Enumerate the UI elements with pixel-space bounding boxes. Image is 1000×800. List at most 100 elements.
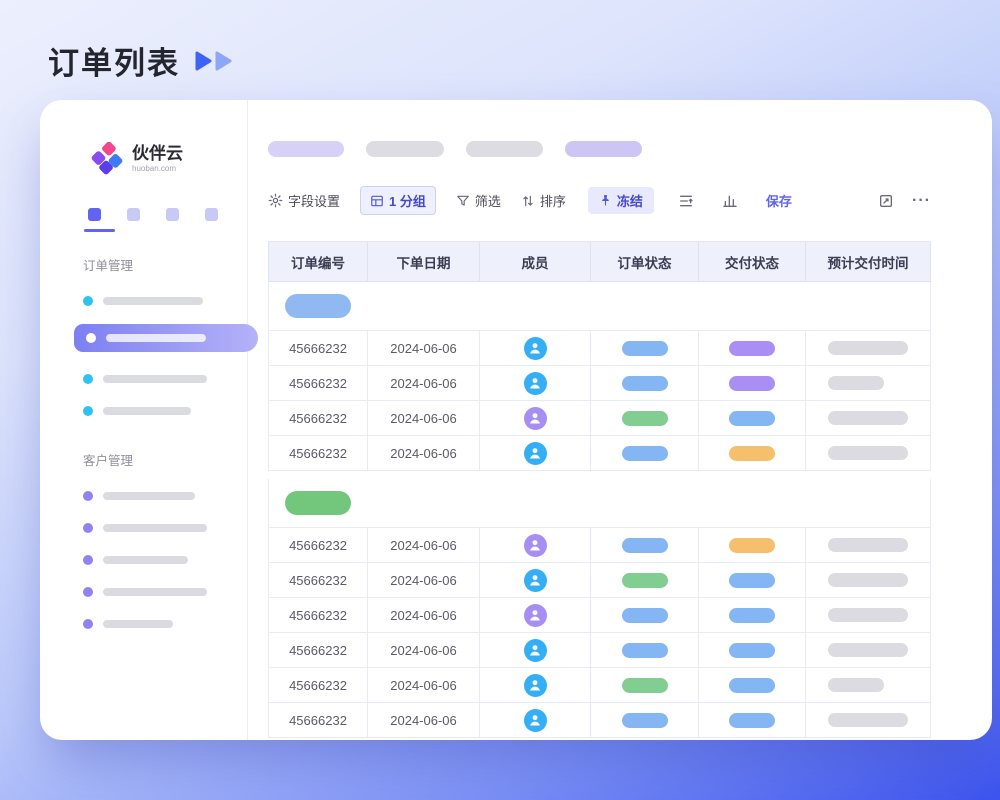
member-cell[interactable] bbox=[480, 598, 591, 633]
delivery-status-cell[interactable] bbox=[699, 563, 806, 598]
sort-button[interactable]: 排序 bbox=[521, 191, 566, 210]
freeze-button[interactable]: 冻结 bbox=[588, 187, 654, 214]
order-status-cell[interactable] bbox=[591, 436, 699, 471]
delivery-status-cell[interactable] bbox=[699, 598, 806, 633]
sidebar-item[interactable] bbox=[40, 406, 247, 416]
view-tab-3[interactable] bbox=[166, 208, 179, 221]
order-no-cell[interactable]: 45666232 bbox=[268, 401, 368, 436]
delivery-status-cell[interactable] bbox=[699, 668, 806, 703]
order-no-cell[interactable]: 45666232 bbox=[268, 436, 368, 471]
delivery-status-pill bbox=[729, 573, 775, 588]
member-cell[interactable] bbox=[480, 436, 591, 471]
eta-cell[interactable] bbox=[806, 366, 931, 401]
placeholder-bar bbox=[103, 524, 207, 532]
date-cell[interactable]: 2024-06-06 bbox=[368, 668, 480, 703]
eta-cell[interactable] bbox=[806, 563, 931, 598]
order-status-pill bbox=[622, 538, 668, 553]
delivery-status-cell[interactable] bbox=[699, 436, 806, 471]
row-height-button[interactable] bbox=[678, 193, 694, 209]
table-row: 456662322024-06-06 bbox=[268, 668, 931, 703]
member-cell[interactable] bbox=[480, 366, 591, 401]
order-status-cell[interactable] bbox=[591, 331, 699, 366]
date-cell[interactable]: 2024-06-06 bbox=[368, 563, 480, 598]
order-no-cell[interactable]: 45666232 bbox=[268, 668, 368, 703]
field-settings-button[interactable]: 字段设置 bbox=[268, 191, 340, 210]
view-tab-1[interactable] bbox=[88, 208, 101, 221]
group-button[interactable]: 1 分组 bbox=[360, 186, 436, 215]
eta-cell[interactable] bbox=[806, 598, 931, 633]
member-cell[interactable] bbox=[480, 528, 591, 563]
column-header[interactable]: 订单编号 bbox=[268, 242, 368, 282]
order-status-cell[interactable] bbox=[591, 528, 699, 563]
chart-button[interactable] bbox=[722, 193, 738, 209]
column-header[interactable]: 预计交付时间 bbox=[806, 242, 931, 282]
edit-icon[interactable] bbox=[878, 193, 894, 209]
member-cell[interactable] bbox=[480, 703, 591, 738]
column-header[interactable]: 下单日期 bbox=[368, 242, 480, 282]
column-header[interactable]: 交付状态 bbox=[699, 242, 806, 282]
view-tab-2[interactable] bbox=[127, 208, 140, 221]
more-button[interactable]: ··· bbox=[912, 192, 931, 210]
eta-cell[interactable] bbox=[806, 633, 931, 668]
sidebar-item[interactable] bbox=[40, 523, 247, 533]
order-status-cell[interactable] bbox=[591, 366, 699, 401]
sidebar-item-active[interactable] bbox=[74, 324, 258, 352]
eta-cell[interactable] bbox=[806, 401, 931, 436]
member-cell[interactable] bbox=[480, 331, 591, 366]
date-cell[interactable]: 2024-06-06 bbox=[368, 703, 480, 738]
order-no-cell[interactable]: 45666232 bbox=[268, 563, 368, 598]
order-no-cell[interactable]: 45666232 bbox=[268, 703, 368, 738]
delivery-status-cell[interactable] bbox=[699, 366, 806, 401]
delivery-status-cell[interactable] bbox=[699, 331, 806, 366]
order-status-cell[interactable] bbox=[591, 598, 699, 633]
order-no-cell[interactable]: 45666232 bbox=[268, 598, 368, 633]
date-cell[interactable]: 2024-06-06 bbox=[368, 366, 480, 401]
save-label: 保存 bbox=[766, 191, 792, 210]
order-no-cell[interactable]: 45666232 bbox=[268, 633, 368, 668]
delivery-status-cell[interactable] bbox=[699, 633, 806, 668]
column-header[interactable]: 成员 bbox=[480, 242, 591, 282]
save-button[interactable]: 保存 bbox=[766, 191, 792, 210]
view-tab-4[interactable] bbox=[205, 208, 218, 221]
member-cell[interactable] bbox=[480, 633, 591, 668]
order-status-pill bbox=[622, 608, 668, 623]
date-cell[interactable]: 2024-06-06 bbox=[368, 401, 480, 436]
delivery-status-cell[interactable] bbox=[699, 401, 806, 436]
date-cell[interactable]: 2024-06-06 bbox=[368, 598, 480, 633]
order-status-cell[interactable] bbox=[591, 668, 699, 703]
filter-button[interactable]: 筛选 bbox=[456, 191, 501, 210]
eta-cell[interactable] bbox=[806, 703, 931, 738]
member-cell[interactable] bbox=[480, 668, 591, 703]
order-no-cell[interactable]: 45666232 bbox=[268, 331, 368, 366]
eta-cell[interactable] bbox=[806, 331, 931, 366]
delivery-status-cell[interactable] bbox=[699, 528, 806, 563]
eta-cell[interactable] bbox=[806, 668, 931, 703]
order-no-cell[interactable]: 45666232 bbox=[268, 528, 368, 563]
sidebar-item[interactable] bbox=[40, 555, 247, 565]
delivery-status-cell[interactable] bbox=[699, 703, 806, 738]
order-status-pill bbox=[622, 376, 668, 391]
sidebar-item[interactable] bbox=[40, 587, 247, 597]
order-no-cell[interactable]: 45666232 bbox=[268, 366, 368, 401]
order-status-cell[interactable] bbox=[591, 401, 699, 436]
sidebar-item[interactable] bbox=[40, 491, 247, 501]
sidebar-item[interactable] bbox=[40, 619, 247, 629]
eta-cell[interactable] bbox=[806, 528, 931, 563]
member-cell[interactable] bbox=[480, 563, 591, 598]
sidebar-item[interactable] bbox=[40, 374, 247, 384]
sort-arrows-icon bbox=[521, 194, 535, 208]
column-header[interactable]: 订单状态 bbox=[591, 242, 699, 282]
group-header-row[interactable] bbox=[268, 479, 931, 528]
sidebar-item[interactable] bbox=[40, 296, 247, 306]
order-status-cell[interactable] bbox=[591, 703, 699, 738]
date-cell[interactable]: 2024-06-06 bbox=[368, 436, 480, 471]
group-header-row[interactable] bbox=[268, 282, 931, 331]
toolbar-right-group: ··· bbox=[878, 192, 931, 210]
member-cell[interactable] bbox=[480, 401, 591, 436]
date-cell[interactable]: 2024-06-06 bbox=[368, 331, 480, 366]
date-cell[interactable]: 2024-06-06 bbox=[368, 528, 480, 563]
order-status-cell[interactable] bbox=[591, 633, 699, 668]
order-status-cell[interactable] bbox=[591, 563, 699, 598]
date-cell[interactable]: 2024-06-06 bbox=[368, 633, 480, 668]
eta-cell[interactable] bbox=[806, 436, 931, 471]
